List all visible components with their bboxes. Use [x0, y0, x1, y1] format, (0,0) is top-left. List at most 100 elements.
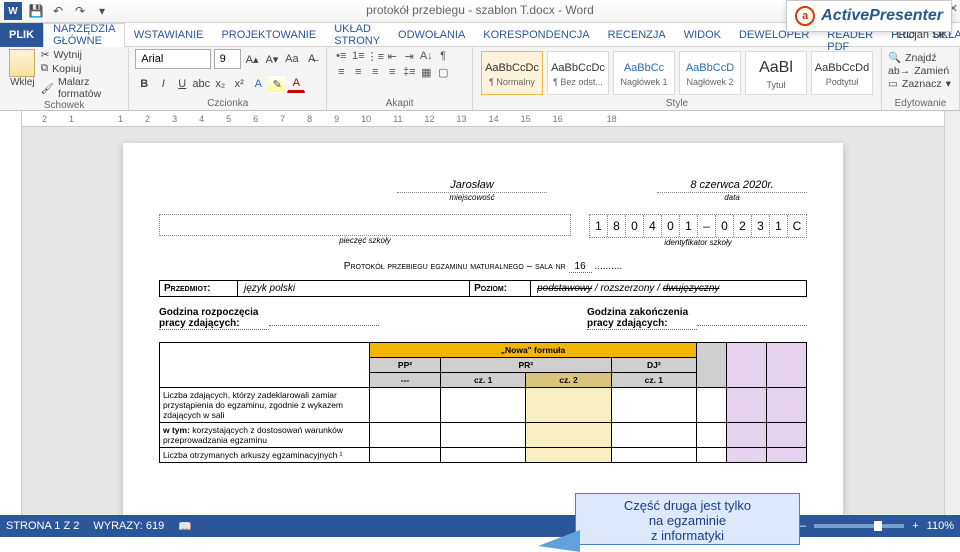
doc-city: Jarosław: [450, 179, 493, 191]
find-button[interactable]: 🔍 Znajdź: [888, 51, 953, 64]
tab-odwolania[interactable]: ODWOŁANIA: [389, 23, 474, 47]
table-nowa-header: „Nowa" formuła: [370, 343, 697, 358]
doc-date-label: data: [657, 192, 807, 202]
superscript-button[interactable]: x²: [230, 75, 248, 93]
dec-indent-icon[interactable]: ⇤: [384, 49, 400, 63]
tab-korespondencja[interactable]: KORESPONDENCJA: [474, 23, 598, 47]
sort-icon[interactable]: A↓: [418, 49, 434, 63]
tab-wstawianie[interactable]: WSTAWIANIE: [125, 23, 213, 47]
doc-city-label: miejscowość: [397, 192, 547, 202]
bullets-icon[interactable]: •≡: [333, 49, 349, 63]
subject-row: Przedmiot: język polski Poziom: podstawo…: [159, 280, 807, 297]
school-id-label: identyfikator szkoły: [589, 238, 807, 247]
group-label-edit: Edytowanie: [888, 98, 953, 110]
paste-icon: [9, 49, 35, 77]
group-clipboard: Wklej ✂ Wytnij ⧉ Kopiuj 🖌 Malarz formató…: [0, 47, 129, 110]
multilevel-icon[interactable]: ⋮≡: [367, 49, 383, 63]
activepresenter-overlay: a ActivePresenter: [786, 0, 952, 32]
subject-value: język polski: [238, 281, 469, 296]
font-name-select[interactable]: Arial: [135, 49, 210, 69]
stamp-box: [159, 214, 571, 236]
tab-widok[interactable]: WIDOK: [675, 23, 730, 47]
highlight-icon[interactable]: ✎: [268, 75, 286, 93]
paste-button[interactable]: Wklej: [6, 49, 39, 100]
subject-label: Przedmiot:: [160, 281, 238, 296]
group-editing: 🔍 Znajdź ab→ Zamień ▭ Zaznacz ▾ Edytowan…: [882, 47, 960, 110]
zoom-slider[interactable]: [814, 524, 904, 528]
doc-date: 8 czerwca 2020r.: [690, 179, 773, 191]
shading-icon[interactable]: ▦: [418, 65, 434, 79]
inc-indent-icon[interactable]: ⇥: [401, 49, 417, 63]
text-effects-icon[interactable]: A: [249, 75, 267, 93]
document-page[interactable]: Jarosławmiejscowość 8 czerwca 2020r.data…: [123, 143, 843, 515]
shrink-font-icon[interactable]: A▾: [264, 50, 281, 68]
select-button[interactable]: ▭ Zaznacz ▾: [888, 78, 953, 90]
status-words[interactable]: WYRAZY: 619: [93, 520, 164, 533]
spellcheck-icon[interactable]: 📖: [178, 520, 192, 533]
school-id-cells: 180401–0231C: [589, 214, 807, 238]
document-area: 211234567891011121314151618 Jarosławmiej…: [0, 111, 960, 515]
style-item[interactable]: AaBlTytuł: [745, 51, 807, 95]
activepresenter-label: ActivePresenter: [821, 7, 943, 25]
justify-icon[interactable]: ≡: [384, 65, 400, 79]
line-spacing-icon[interactable]: ‡≡: [401, 65, 417, 79]
style-item[interactable]: AaBbCcDc¶ Bez odst...: [547, 51, 609, 95]
font-color-icon[interactable]: A: [287, 75, 305, 93]
vertical-ruler: [0, 111, 22, 515]
replace-button[interactable]: ab→ Zamień: [888, 65, 953, 77]
times-row: Godzina rozpoczęcia pracy zdających: God…: [159, 307, 807, 330]
table-row: Liczba zdających, którzy zadeklarowali z…: [160, 388, 370, 423]
borders-icon[interactable]: ▢: [435, 65, 451, 79]
style-item[interactable]: AaBbCcDdPodtytuł: [811, 51, 873, 95]
tab-projektowanie[interactable]: PROJEKTOWANIE: [212, 23, 325, 47]
style-gallery[interactable]: AaBbCcDc¶ NormalnyAaBbCcDc¶ Bez odst...A…: [479, 49, 875, 95]
tab-recenzja[interactable]: RECENZJA: [599, 23, 675, 47]
horizontal-ruler: 211234567891011121314151618: [22, 111, 944, 127]
strike-button[interactable]: abc: [192, 75, 210, 93]
status-bar: STRONA 1 Z 2 WYRAZY: 619 📖 — + 110%: [0, 515, 960, 537]
italic-button[interactable]: I: [154, 75, 172, 93]
change-case-icon[interactable]: Aa: [283, 50, 300, 68]
copy-button[interactable]: ⧉ Kopiuj: [41, 62, 123, 75]
style-item[interactable]: AaBbCcDNagłówek 2: [679, 51, 741, 95]
stamp-label: pieczęć szkoły: [159, 236, 571, 245]
tab-plik[interactable]: PLIK: [0, 23, 43, 47]
table-row: Liczba otrzymanych arkuszy egzaminacyjny…: [160, 448, 370, 463]
font-size-select[interactable]: 9: [214, 49, 241, 69]
zoom-in-icon[interactable]: +: [912, 520, 918, 532]
status-page[interactable]: STRONA 1 Z 2: [6, 520, 79, 533]
exam-table: „Nowa" formuła PP² PR² DJ² --- cz. 1 cz.…: [159, 342, 807, 463]
zoom-level[interactable]: 110%: [927, 520, 954, 532]
subscript-button[interactable]: x₂: [211, 75, 229, 93]
callout-annotation: Część druga jest tylko na egzaminie z in…: [575, 493, 800, 545]
numbering-icon[interactable]: 1≡: [350, 49, 366, 63]
group-label-font: Czcionka: [135, 98, 320, 110]
grow-font-icon[interactable]: A▴: [244, 50, 261, 68]
activepresenter-icon: a: [795, 6, 815, 26]
vertical-scrollbar[interactable]: [944, 111, 960, 515]
pilcrow-icon[interactable]: ¶: [435, 49, 451, 63]
style-item[interactable]: AaBbCcNagłówek 1: [613, 51, 675, 95]
level-value: podstawowy / rozszerzony / dwujęzyczny: [531, 281, 806, 296]
bold-button[interactable]: B: [135, 75, 153, 93]
align-center-icon[interactable]: ≡: [350, 65, 366, 79]
group-styles: AaBbCcDc¶ NormalnyAaBbCcDc¶ Bez odst...A…: [473, 47, 882, 110]
ribbon: Wklej ✂ Wytnij ⧉ Kopiuj 🖌 Malarz formató…: [0, 47, 960, 111]
table-row: w tym: korzystających z dostosowań warun…: [160, 423, 370, 448]
group-font: Arial 9 A▴ A▾ Aa A̶ B I U abc x₂ x² A ✎ …: [129, 47, 327, 110]
clear-format-icon[interactable]: A̶: [303, 50, 320, 68]
align-left-icon[interactable]: ≡: [333, 65, 349, 79]
group-label-styles: Style: [479, 98, 875, 110]
underline-button[interactable]: U: [173, 75, 191, 93]
format-painter-button[interactable]: 🖌 Malarz formatów: [41, 76, 123, 100]
level-label: Poziom:: [469, 281, 531, 296]
protocol-title: Protokół przebiegu egzaminu maturalnego …: [159, 261, 807, 272]
align-right-icon[interactable]: ≡: [367, 65, 383, 79]
end-label: Godzina zakończenia pracy zdających:: [587, 307, 697, 330]
tab-narzedzia[interactable]: NARZĘDZIA GŁÓWNE: [43, 23, 125, 47]
cut-button[interactable]: ✂ Wytnij: [41, 49, 123, 61]
start-label: Godzina rozpoczęcia pracy zdających:: [159, 307, 269, 330]
group-label-para: Akapit: [333, 98, 466, 110]
style-item[interactable]: AaBbCcDc¶ Normalny: [481, 51, 543, 95]
tab-uklad-strony[interactable]: UKŁAD STRONY: [325, 23, 389, 47]
